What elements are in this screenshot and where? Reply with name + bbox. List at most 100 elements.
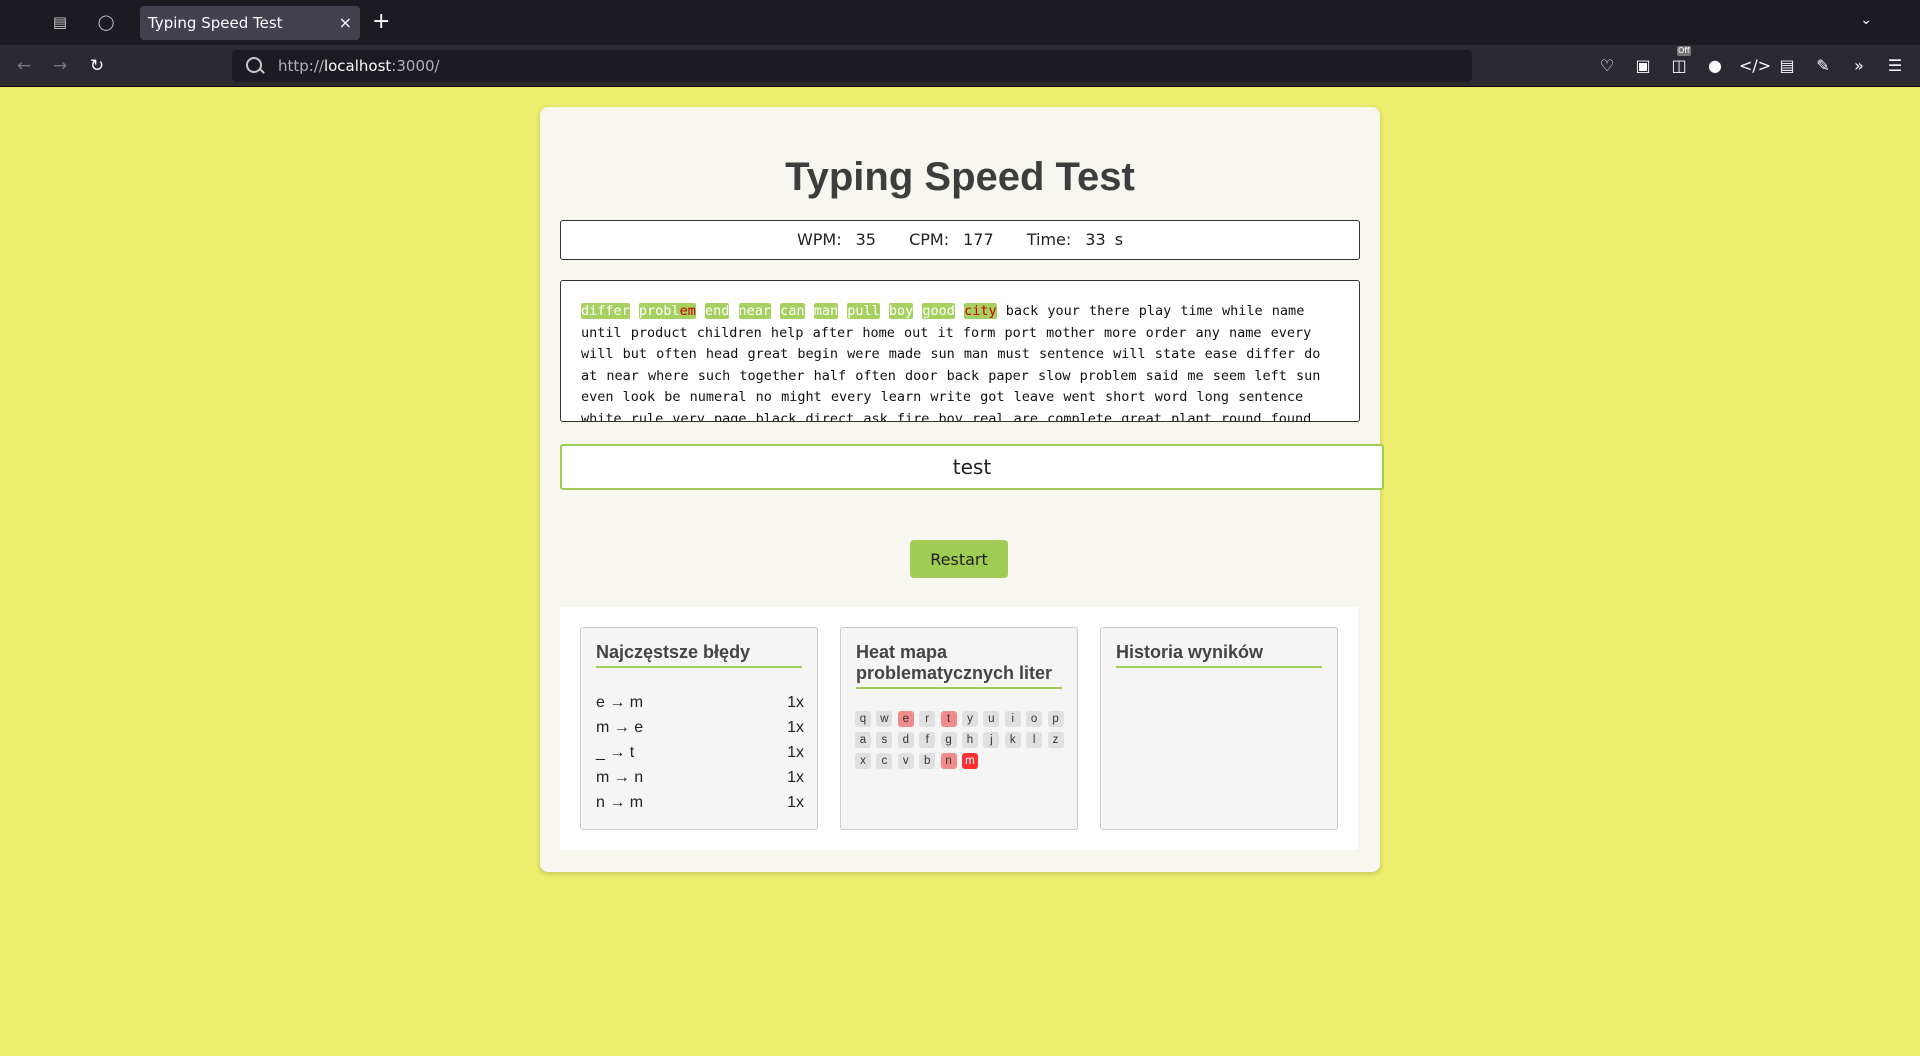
wpm-value: 35 xyxy=(855,230,876,249)
dev-tools-icon[interactable]: </> xyxy=(1739,54,1771,78)
overflow-icon[interactable]: » xyxy=(1847,54,1871,78)
history-panel-title: Historia wyników xyxy=(1116,642,1322,668)
target-text: differ problem end near can man pull boy… xyxy=(561,281,1359,422)
typing-input[interactable] xyxy=(562,446,1382,488)
cpm-value: 177 xyxy=(963,230,994,249)
typed-word: can xyxy=(780,303,805,319)
error-row: _ → t 1x xyxy=(596,740,804,765)
heatmap-panel-title: Heat mapa problematycznych liter xyxy=(856,642,1062,689)
error-row: n → m 1x xyxy=(596,790,804,815)
error-pair: m → e xyxy=(596,719,644,736)
stats-bar: WPM: 35 CPM: 177 Time: 33 s xyxy=(560,220,1360,260)
menu-icon[interactable]: ☰ xyxy=(1883,54,1907,78)
url-bar[interactable]: http://localhost:3000/ xyxy=(232,50,1472,82)
target-text-box: differ problem end near can man pull boy… xyxy=(560,280,1360,422)
typed-word: differ xyxy=(581,303,630,319)
pocket-icon[interactable]: ♡ xyxy=(1595,54,1619,78)
cookie-icon[interactable]: ● xyxy=(1703,54,1727,78)
heatmap-key-j: j xyxy=(983,732,1000,748)
globe-icon[interactable]: ◯ xyxy=(96,12,116,32)
tab-title: Typing Speed Test xyxy=(148,14,283,32)
errors-panel: Najczęstsze błędy e → m 1x m → e 1x _ → t 1x m… xyxy=(580,627,818,830)
heatmap-row: xcvbnm xyxy=(855,753,1069,769)
heatmap-key-u: u xyxy=(983,711,1000,727)
heatmap-key-d: d xyxy=(897,732,914,748)
error-pair: _ → t xyxy=(596,744,635,761)
heatmap-key-r: r xyxy=(919,711,936,727)
errors-panel-title: Najczęstsze błędy xyxy=(596,642,802,668)
typed-word: good xyxy=(922,303,955,319)
forward-icon[interactable]: → xyxy=(48,54,72,78)
heatmap-row: qwertyuiop xyxy=(855,711,1069,727)
time-stat: Time: 33 s xyxy=(1026,230,1124,249)
typed-word: boy xyxy=(888,303,914,319)
browser-nav-bar: ← → ↻ http://localhost:3000/ ♡ ▣ ◫ Off ● … xyxy=(0,45,1920,87)
heatmap-key-e: e xyxy=(897,711,914,727)
wpm-stat: WPM: 35 xyxy=(796,230,876,249)
list-all-tabs-icon[interactable]: ⌄ xyxy=(1860,12,1872,28)
page-viewport: Typing Speed Test WPM: 35 CPM: 177 Time: 33… xyxy=(0,87,1920,1056)
heatmap-key-c: c xyxy=(876,753,893,769)
heatmap-row: asdfghjklz xyxy=(855,732,1069,748)
heatmap-key-b: b xyxy=(919,753,936,769)
url-text[interactable]: http://localhost:3000/ xyxy=(278,50,440,82)
heatmap-key-y: y xyxy=(961,711,978,727)
heatmap-key-v: v xyxy=(897,753,914,769)
heatmap-key-k: k xyxy=(1004,732,1021,748)
back-icon[interactable]: ← xyxy=(12,54,36,78)
heatmap-key-l: l xyxy=(1026,732,1043,748)
letter-heatmap: qwertyuiop asdfghjklz xcvbnm xyxy=(855,711,1069,774)
error-count: 1x xyxy=(787,794,804,811)
errors-list: e → m 1x m → e 1x _ → t 1x m → n 1x n → m 1x xyxy=(596,690,804,815)
extensions-icon[interactable]: ✎ xyxy=(1811,54,1835,78)
typed-word: pull xyxy=(847,303,880,319)
close-tab-icon[interactable]: × xyxy=(339,6,352,40)
heatmap-key-q: q xyxy=(855,711,871,727)
history-panel: Historia wyników xyxy=(1100,627,1338,830)
heatmap-key-s: s xyxy=(876,732,893,748)
search-icon xyxy=(246,57,262,73)
new-tab-button[interactable]: + xyxy=(372,11,390,33)
browser-tab-active[interactable]: Typing Speed Test × xyxy=(140,6,360,40)
heatmap-key-t: t xyxy=(940,711,957,727)
heatmap-key-w: w xyxy=(876,711,893,727)
analytics-panels: Najczęstsze błędy e → m 1x m → e 1x _ → t 1x m… xyxy=(560,607,1358,850)
reader-extension-icon[interactable]: ▣ xyxy=(1631,54,1655,78)
error-pair: e → m xyxy=(596,694,644,711)
heatmap-key-x: x xyxy=(855,753,871,769)
error-pair: m → n xyxy=(596,769,644,786)
heatmap-key-z: z xyxy=(1047,732,1064,748)
typed-word: man xyxy=(813,303,839,319)
heatmap-key-h: h xyxy=(961,732,978,748)
error-count: 1x xyxy=(787,719,804,736)
heatmap-key-p: p xyxy=(1047,711,1064,727)
error-count: 1x xyxy=(787,694,804,711)
error-row: m → n 1x xyxy=(596,765,804,790)
restart-button[interactable]: Restart xyxy=(910,540,1008,578)
error-row: m → e 1x xyxy=(596,715,804,740)
typed-word: city xyxy=(964,303,997,319)
time-value: 33 xyxy=(1085,230,1106,249)
remaining-text: back your there play time while name unt… xyxy=(581,303,1321,422)
error-count: 1x xyxy=(787,744,804,761)
heatmap-key-m: m xyxy=(961,753,978,769)
heatmap-key-i: i xyxy=(1004,711,1021,727)
typing-test-card: Typing Speed Test WPM: 35 CPM: 177 Time: 33… xyxy=(540,107,1384,872)
heatmap-key-o: o xyxy=(1026,711,1043,727)
tab-groups-icon[interactable]: ▤ xyxy=(50,12,70,32)
reload-icon[interactable]: ↻ xyxy=(85,54,109,78)
heatmap-key-a: a xyxy=(855,732,871,748)
heatmap-panel: Heat mapa problematycznych liter qwertyu… xyxy=(840,627,1078,830)
typing-input-wrapper xyxy=(560,444,1384,490)
heatmap-key-f: f xyxy=(919,732,936,748)
page-title: Typing Speed Test xyxy=(785,155,1135,199)
extension-off-icon[interactable]: ◫ Off xyxy=(1667,46,1691,78)
clipboard-icon[interactable]: ▤ xyxy=(1775,54,1799,78)
error-count: 1x xyxy=(787,769,804,786)
typed-word: end xyxy=(704,303,730,319)
browser-tab-bar: ▤ ◯ Typing Speed Test × + ⌄ xyxy=(0,0,1920,45)
heatmap-key-g: g xyxy=(940,732,957,748)
error-row: e → m 1x xyxy=(596,690,804,715)
typed-word: near xyxy=(738,303,772,319)
error-pair: n → m xyxy=(596,794,644,811)
